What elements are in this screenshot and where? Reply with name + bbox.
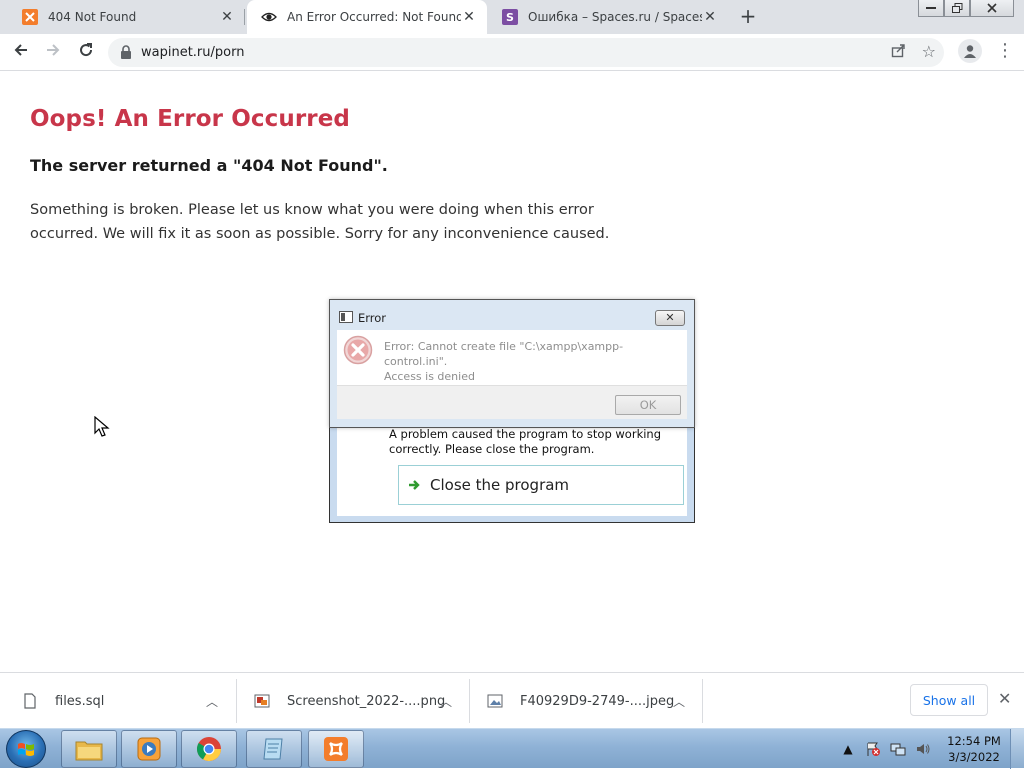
image-icon — [487, 694, 503, 708]
tab-close-icon[interactable]: ✕ — [219, 9, 235, 25]
clock[interactable]: 12:54 PM 3/3/2022 — [944, 733, 1004, 765]
tab-close-icon[interactable]: ✕ — [461, 9, 477, 25]
download-shelf: files.sql ︿ Screenshot_2022-....png ︿ F4… — [0, 672, 1024, 728]
taskbar-notepad[interactable] — [246, 730, 302, 768]
system-tray: ▲ — [840, 729, 940, 769]
page-subheading: The server returned a "404 Not Found". — [30, 156, 388, 175]
file-icon — [24, 693, 36, 709]
tab-title: Ошибка – Spaces.ru / Spaces.im — [528, 10, 702, 24]
restore-button[interactable] — [944, 0, 970, 17]
lock-icon — [121, 45, 131, 59]
clock-date: 3/3/2022 — [948, 750, 1000, 764]
taskbar-media-player[interactable] — [121, 730, 177, 768]
chrome-icon — [196, 737, 221, 762]
eye-icon — [261, 9, 277, 25]
close-the-program-button[interactable]: Close the program — [398, 465, 684, 505]
forward-arrow-icon[interactable] — [41, 41, 65, 65]
url-text: wapinet.ru/porn — [141, 45, 245, 60]
xampp-icon — [324, 737, 348, 761]
taskbar-explorer[interactable] — [61, 730, 117, 768]
start-button[interactable] — [6, 730, 46, 768]
address-bar[interactable]: wapinet.ru/porn ☆ — [108, 38, 944, 67]
error-dialog-title: Error — [358, 311, 387, 325]
error-dialog-close-button[interactable]: ✕ — [655, 310, 685, 326]
divider — [236, 679, 237, 723]
crash-message-line: A problem caused the program to stop wor… — [389, 427, 662, 441]
windows-logo-icon — [18, 743, 34, 756]
error-message: Error: Cannot create file "C:\xampp\xamp… — [384, 339, 684, 384]
chevron-up-icon[interactable]: ︿ — [673, 693, 685, 710]
error-dialog: Error ✕ Error: Cannot create file "C:\xa… — [329, 299, 695, 428]
crash-message: A problem caused the program to stop wor… — [389, 427, 679, 457]
tab-divider — [244, 9, 245, 25]
minimize-button[interactable] — [918, 0, 944, 17]
close-shelf-icon[interactable]: ✕ — [998, 689, 1011, 708]
bookmark-star-icon[interactable]: ☆ — [922, 42, 936, 61]
error-dialog-footer: OK — [337, 385, 687, 419]
error-message-line: Access is denied — [384, 370, 475, 383]
clock-time: 12:54 PM — [947, 734, 1001, 748]
taskbar: ▲ 12:54 PM 3/3/2022 — [0, 728, 1024, 769]
tray-expand-icon[interactable]: ▲ — [840, 741, 856, 757]
crash-message-line: correctly. Please close the program. — [389, 442, 595, 456]
tab-404-not-found[interactable]: 404 Not Found ✕ — [8, 0, 245, 34]
tab-an-error-occurred[interactable]: An Error Occurred: Not Found ✕ — [247, 0, 487, 34]
divider — [469, 679, 470, 723]
reload-icon[interactable] — [74, 41, 98, 65]
tab-spaces[interactable]: S Ошибка – Spaces.ru / Spaces.im ✕ — [488, 0, 728, 34]
spaces-icon: S — [502, 9, 518, 25]
window-icon — [339, 311, 353, 323]
green-arrow-icon — [409, 480, 420, 490]
error-message-line: Error: Cannot create file "C:\xampp\xamp… — [384, 340, 624, 368]
chevron-up-icon[interactable]: ︿ — [206, 693, 218, 710]
back-arrow-icon[interactable] — [9, 41, 33, 65]
tab-strip: 404 Not Found ✕ An Error Occurred: Not F… — [0, 0, 1024, 34]
share-icon[interactable] — [891, 43, 906, 62]
taskbar-xampp[interactable] — [308, 730, 364, 768]
error-dialog-body: Error: Cannot create file "C:\xampp\xamp… — [337, 330, 687, 385]
paragraph-line: Something is broken. Please let us know … — [30, 202, 594, 218]
chevron-up-icon[interactable]: ︿ — [440, 693, 452, 710]
page-heading: Oops! An Error Occurred — [30, 106, 350, 132]
network-icon[interactable] — [890, 741, 906, 757]
download-filename: Screenshot_2022-....png — [287, 693, 446, 709]
error-x-icon — [343, 335, 373, 365]
image-icon — [254, 694, 270, 708]
tab-title: 404 Not Found — [48, 10, 137, 24]
notepad-icon — [263, 738, 283, 760]
download-item[interactable]: F40929D9-2749-....jpeg ︿ — [487, 679, 695, 723]
download-filename: F40929D9-2749-....jpeg — [520, 693, 675, 709]
close-program-label: Close the program — [430, 476, 570, 494]
show-all-button[interactable]: Show all — [910, 684, 988, 716]
download-filename: files.sql — [55, 693, 105, 709]
new-tab-button[interactable]: + — [736, 5, 760, 29]
close-window-button[interactable] — [970, 0, 1014, 17]
explorer-icon — [75, 741, 103, 761]
mouse-cursor-icon — [94, 416, 110, 437]
paragraph-line: occurred. We will fix it as soon as poss… — [30, 226, 610, 242]
page-paragraph: Something is broken. Please let us know … — [30, 198, 610, 246]
menu-kebab-icon[interactable]: ⋮ — [996, 40, 1014, 61]
divider — [702, 679, 703, 723]
volume-icon[interactable] — [915, 741, 931, 757]
taskbar-chrome[interactable] — [181, 730, 237, 768]
xampp-icon — [22, 9, 38, 25]
show-desktop-button[interactable] — [1010, 729, 1024, 769]
action-center-flag-icon[interactable] — [865, 741, 881, 757]
tab-title: An Error Occurred: Not Found — [287, 10, 461, 24]
media-player-icon — [137, 737, 161, 761]
browser-toolbar: wapinet.ru/porn ☆ ⋮ — [0, 34, 1024, 71]
ok-button[interactable]: OK — [615, 395, 681, 415]
download-item[interactable]: files.sql ︿ — [22, 679, 230, 723]
tab-close-icon[interactable]: ✕ — [702, 9, 718, 25]
window-controls — [918, 0, 1014, 17]
profile-avatar-icon[interactable] — [958, 39, 982, 63]
download-item[interactable]: Screenshot_2022-....png ︿ — [254, 679, 462, 723]
